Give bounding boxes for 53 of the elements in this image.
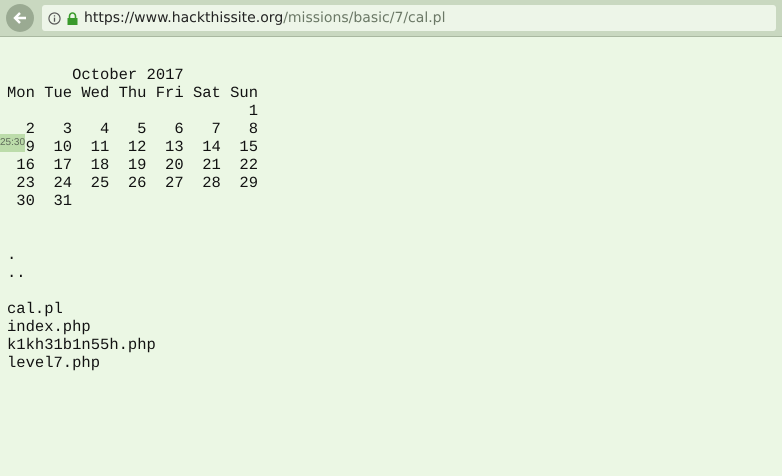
url-host: https://www.hackthissite.org <box>84 10 284 26</box>
calendar-day: 30 <box>16 192 35 210</box>
url-path: /missions/basic/7/cal.pl <box>283 10 446 26</box>
calendar-day: 23 <box>16 174 35 192</box>
weekday-label: Wed <box>81 84 110 102</box>
calendar-day: 3 <box>62 120 72 138</box>
calendar-day: 14 <box>202 138 221 156</box>
calendar-day: 12 <box>128 138 146 156</box>
timer-overlay: 25:30 <box>0 134 25 152</box>
calendar-day: 7 <box>212 120 221 138</box>
calendar-day: 10 <box>53 138 72 156</box>
back-button[interactable] <box>6 4 34 32</box>
directory-entry[interactable]: .. <box>7 264 26 282</box>
calendar-day: 4 <box>100 120 110 138</box>
calendar-title: October 2017 <box>72 66 184 84</box>
file-name[interactable]: index.php <box>7 318 91 336</box>
calendar-day: 9 <box>26 138 35 156</box>
calendar-day: 13 <box>165 138 184 156</box>
calendar-day: 11 <box>90 138 110 156</box>
calendar-day: 20 <box>165 156 184 174</box>
weekday-label: Tue <box>44 84 72 102</box>
address-bar[interactable]: https://www.hackthissite.org/missions/basic/7/cal.pl <box>42 5 776 31</box>
directory-entry[interactable]: . <box>7 246 16 264</box>
calendar-day: 24 <box>53 174 72 192</box>
calendar-day: 22 <box>239 156 258 174</box>
calendar-day: 26 <box>128 174 146 192</box>
file-name[interactable]: level7.php <box>7 354 100 372</box>
calendar-day: 16 <box>16 156 35 174</box>
lock-icon <box>67 12 78 24</box>
calendar-day: 28 <box>202 174 221 192</box>
back-arrow-icon <box>12 10 28 26</box>
calendar-day: 21 <box>202 156 221 174</box>
calendar-day: 2 <box>26 120 35 138</box>
weekday-label: Sun <box>230 84 258 102</box>
calendar-day: 19 <box>128 156 146 174</box>
file-name[interactable]: k1kh31b1n55h.php <box>7 336 156 354</box>
weekday-label: Thu <box>118 84 146 102</box>
calendar-day: 1 <box>248 102 258 120</box>
calendar-day: 27 <box>165 174 184 192</box>
calendar-day: 8 <box>248 120 258 138</box>
weekday-label: Fri <box>156 84 184 102</box>
calendar-day: 31 <box>53 192 72 210</box>
calendar-day: 17 <box>53 156 72 174</box>
weekday-label: Sat <box>192 84 221 102</box>
file-name[interactable]: cal.pl <box>7 300 63 318</box>
calendar-day: 25 <box>90 174 110 192</box>
weekday-label: Mon <box>7 84 35 102</box>
calendar-day: 6 <box>174 120 184 138</box>
info-icon <box>48 12 61 24</box>
calendar-day: 5 <box>137 120 146 138</box>
calendar-day: 15 <box>239 138 258 156</box>
calendar-day: 18 <box>90 156 110 174</box>
calendar-day: 29 <box>239 174 258 192</box>
